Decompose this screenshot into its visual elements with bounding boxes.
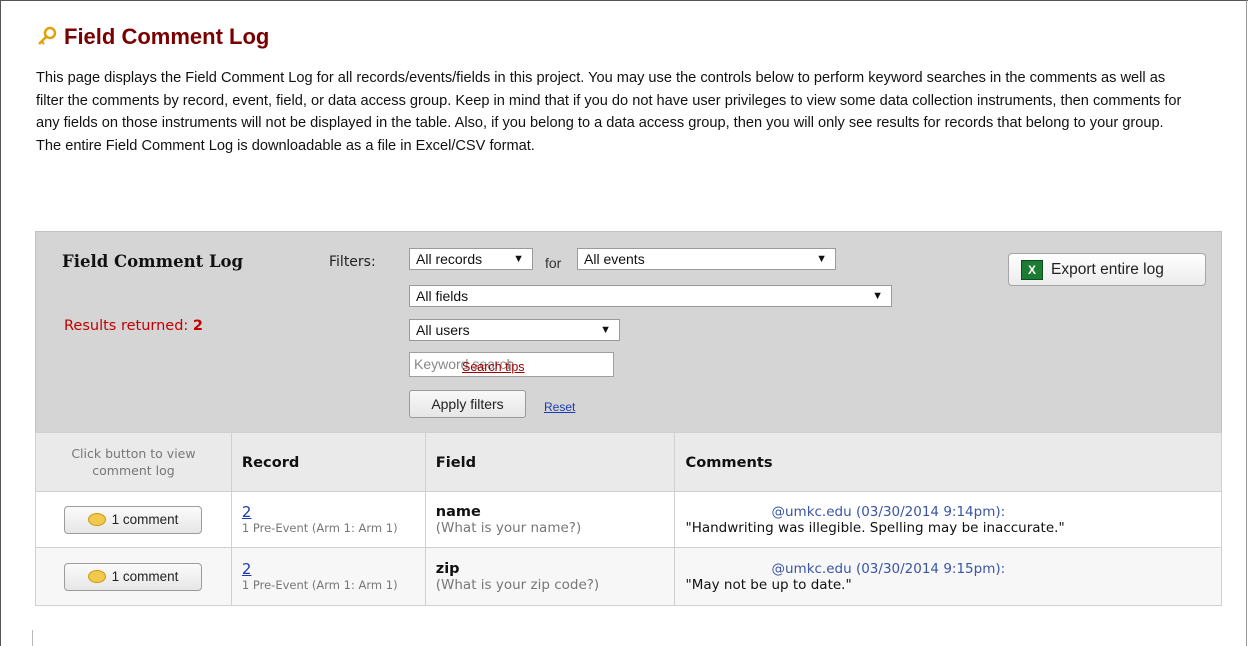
content-edge-line [32, 630, 33, 646]
panel-title: Field Comment Log [62, 252, 244, 271]
record-event: 1 Pre-Event (Arm 1: Arm 1) [241, 521, 398, 535]
record-cell: 2 1 Pre-Event (Arm 1: Arm 1) [230, 547, 426, 606]
frame-left-border [0, 0, 1, 646]
export-button-label: Export entire log [1051, 260, 1164, 278]
comment-cell: @umkc.edu (03/30/2014 9:15pm): "May not … [674, 547, 1222, 606]
header-button-col: Click button to view comment log [35, 432, 232, 492]
record-event: 1 Pre-Event (Arm 1: Arm 1) [241, 578, 398, 592]
table-row: 1 comment 2 1 Pre-Event (Arm 1: Arm 1) z… [35, 547, 1222, 606]
field-name: name [435, 503, 481, 520]
header-field: Field [424, 432, 676, 492]
table-header-row: Click button to view comment log Record … [35, 432, 1222, 492]
comment-author: @umkc.edu (03/30/2014 9:14pm): [771, 503, 1006, 520]
records-select-value: All records [416, 251, 483, 267]
page-description: This page displays the Field Comment Log… [36, 70, 1182, 154]
for-label: for [545, 255, 562, 271]
results-count: Results returned: 2 [64, 318, 203, 334]
apply-filters-button[interactable]: Apply filters [409, 390, 526, 418]
dropdown-arrow-icon: ▼ [513, 253, 524, 265]
view-comment-button[interactable]: 1 comment [63, 505, 202, 534]
field-cell: name (What is your name?) [424, 491, 676, 548]
comment-log-table: Click button to view comment log Record … [35, 432, 1222, 606]
events-select[interactable]: All events ▼ [577, 248, 836, 270]
header-record: Record [230, 432, 426, 492]
frame-top-border [0, 0, 1248, 1]
fields-select-value: All fields [416, 288, 469, 304]
field-cell: zip (What is your zip code?) [424, 547, 676, 606]
table-row: 1 comment 2 1 Pre-Event (Arm 1: Arm 1) n… [35, 491, 1222, 548]
results-label: Results returned: [64, 318, 189, 334]
view-comment-button[interactable]: 1 comment [63, 562, 202, 591]
comment-button-label: 1 comment [111, 512, 179, 527]
field-label: (What is your zip code?) [435, 576, 600, 593]
records-select[interactable]: All records ▼ [409, 248, 533, 270]
record-link[interactable]: 2 [242, 503, 424, 521]
page-title-text: Field Comment Log [64, 24, 270, 49]
field-label: (What is your name?) [435, 519, 582, 536]
button-cell: 1 comment [35, 491, 232, 548]
dropdown-arrow-icon: ▼ [600, 324, 611, 336]
frame-right-border [1246, 0, 1247, 646]
comment-author: @umkc.edu (03/30/2014 9:15pm): [771, 560, 1006, 577]
events-select-value: All events [584, 251, 645, 267]
header-comments: Comments [674, 432, 1222, 492]
export-log-button[interactable]: X Export entire log [1008, 253, 1206, 286]
dropdown-arrow-icon: ▼ [872, 290, 883, 302]
comment-text: "May not be up to date." [685, 576, 852, 593]
comment-bubble-icon [87, 513, 106, 526]
record-link[interactable]: 2 [242, 560, 424, 578]
users-select[interactable]: All users ▼ [409, 319, 620, 341]
field-name: zip [435, 560, 460, 577]
fields-select[interactable]: All fields ▼ [409, 285, 892, 307]
users-select-value: All users [416, 322, 470, 338]
record-cell: 2 1 Pre-Event (Arm 1: Arm 1) [230, 491, 426, 548]
key-icon [38, 26, 57, 45]
comment-button-label: 1 comment [111, 569, 179, 584]
dropdown-arrow-icon: ▼ [816, 253, 827, 265]
comment-bubble-icon [87, 570, 106, 583]
results-number: 2 [192, 318, 204, 334]
filter-panel: Field Comment Log Results returned: 2 Fi… [35, 231, 1222, 433]
reset-link[interactable]: Reset [544, 400, 575, 414]
button-cell: 1 comment [35, 547, 232, 606]
comment-cell: @umkc.edu (03/30/2014 9:14pm): "Handwrit… [674, 491, 1222, 548]
excel-icon: X [1021, 259, 1043, 280]
filters-label: Filters: [329, 254, 376, 270]
search-tips-link[interactable]: Search tips [462, 360, 525, 374]
comment-text: "Handwriting was illegible. Spelling may… [685, 519, 1065, 536]
page-title: Field Comment Log [36, 24, 269, 50]
